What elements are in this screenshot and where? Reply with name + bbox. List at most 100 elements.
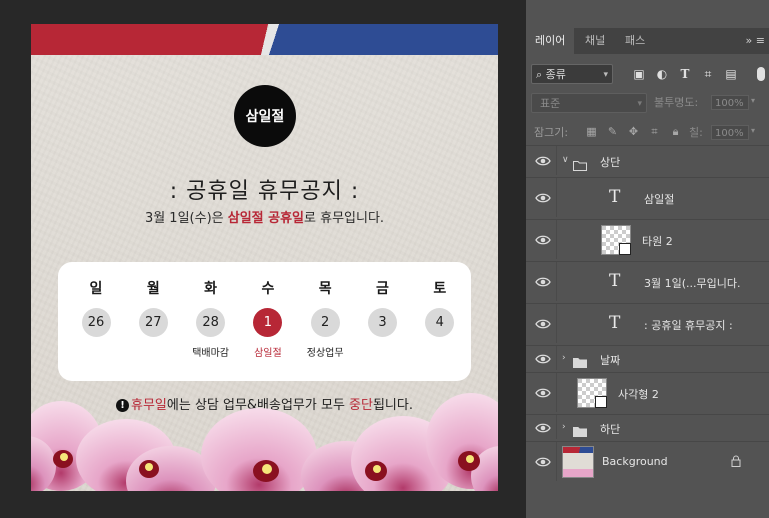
date-note: 정상업무 <box>306 348 344 359</box>
chevron-down-icon[interactable]: ∨ <box>562 155 569 165</box>
layer-row[interactable]: T 삼일절 <box>526 177 769 217</box>
date-circle: 4 <box>425 308 455 337</box>
filter-kind-select[interactable]: ⌕ 종류 ▾ <box>531 64 613 84</box>
tab-layers[interactable]: 레이어 <box>526 28 575 54</box>
vector-badge-icon <box>595 396 607 408</box>
layer-name[interactable]: 사각형 2 <box>618 386 659 402</box>
column-divider <box>556 146 557 175</box>
subtitle-suffix: 로 휴무입니다. <box>304 211 385 226</box>
background-thumbnail <box>562 446 594 478</box>
folder-open-icon <box>573 156 587 171</box>
layer-row[interactable]: 사각형 2 <box>526 372 769 412</box>
visibility-eye-icon[interactable] <box>535 190 551 206</box>
red-header-stripe <box>31 24 498 55</box>
fill-field[interactable]: 100% <box>711 125 749 140</box>
layer-row[interactable]: Background <box>526 441 769 481</box>
lock-artboard-icon[interactable]: ⌗ <box>647 124 662 139</box>
vector-badge-icon <box>619 243 631 255</box>
visibility-eye-icon[interactable] <box>535 232 551 248</box>
search-icon: ⌕ <box>536 68 546 81</box>
lock-icon <box>731 455 741 470</box>
weekday-label: 월 <box>146 281 160 297</box>
blend-mode-label: 표준 <box>540 97 561 110</box>
lock-all-icon[interactable]: 🔒︎ <box>668 124 683 139</box>
date-circle: 28 <box>196 308 226 337</box>
visibility-eye-icon[interactable] <box>535 420 551 436</box>
chevron-down-icon[interactable]: ▾ <box>751 126 755 135</box>
layer-row[interactable]: 타원 2 <box>526 219 769 259</box>
visibility-eye-icon[interactable] <box>535 316 551 332</box>
layer-row[interactable]: T : 공휴일 휴무공지 : <box>526 303 769 343</box>
adjustment-filter-icon[interactable]: ◐ <box>654 66 670 82</box>
layer-name[interactable]: 3월 1일(...무입니다. <box>644 275 741 291</box>
layer-name[interactable]: 하단 <box>600 421 620 437</box>
date-circle: 27 <box>138 308 168 337</box>
chevron-down-icon: ▾ <box>637 99 642 109</box>
lock-transparent-pixels-icon[interactable]: ▦ <box>584 124 599 139</box>
visibility-eye-icon[interactable] <box>535 153 551 169</box>
chevron-right-icon[interactable]: › <box>562 422 566 432</box>
date-circle: 26 <box>81 308 111 337</box>
layer-name[interactable]: 날짜 <box>600 352 620 368</box>
visibility-eye-icon[interactable] <box>535 351 551 367</box>
text-layer-icon: T <box>609 187 621 207</box>
filter-kind-label: 종류 <box>545 68 566 81</box>
date-circle: 3 <box>368 308 397 337</box>
image-filter-icon[interactable]: ▣ <box>631 66 647 82</box>
filter-toggle[interactable] <box>757 67 765 81</box>
blend-mode-select[interactable]: 표준 ▾ <box>531 93 647 113</box>
layer-name[interactable]: 타원 2 <box>642 233 673 249</box>
shape-layer-thumbnail <box>601 225 631 255</box>
notice-subtitle: 3월 1일(수)은 삼일절 공휴일로 휴무입니다. <box>31 207 498 226</box>
hibiscus-flowers-image <box>31 393 498 491</box>
calendar-day: 일 26 <box>71 279 121 337</box>
lock-position-icon[interactable]: ✥ <box>626 124 641 139</box>
weekday-label: 목 <box>318 281 332 297</box>
column-divider <box>556 442 557 481</box>
notice-title: : 공휴일 휴무공지 : <box>169 179 360 204</box>
chevron-right-icon[interactable]: › <box>562 353 566 363</box>
layer-name[interactable]: 삼일절 <box>644 191 674 207</box>
weekday-label: 금 <box>376 281 389 297</box>
layer-row[interactable]: T 3월 1일(...무입니다. <box>526 261 769 301</box>
artboard[interactable]: 삼일절 : 공휴일 휴무공지 : 3월 1일(수)은 삼일절 공휴일로 휴무입니… <box>31 24 498 491</box>
layer-filter-row: ⌕ 종류 ▾ ▣ ◐ T ⌗ ▤ <box>526 60 769 90</box>
calendar-card: 일 26 월 27 화 28 택배마감 수 1 삼일절 목 2 정상업무 금 3 토 4 <box>58 262 471 381</box>
document-canvas[interactable]: 삼일절 : 공휴일 휴무공지 : 3월 1일(수)은 삼일절 공휴일로 휴무입니… <box>0 0 526 518</box>
shape-filter-icon[interactable]: ⌗ <box>700 66 716 82</box>
blend-row: 표준 ▾ 불투명도: 100% ▾ <box>526 92 769 114</box>
lock-image-pixels-icon[interactable]: ✎ <box>605 124 620 139</box>
holiday-badge: 삼일절 <box>234 85 296 147</box>
panel-tabs: 레이어 채널 패스 » ≡ <box>526 28 769 54</box>
visibility-eye-icon[interactable] <box>535 385 551 401</box>
subtitle-prefix: 3월 1일(수)은 <box>144 211 228 226</box>
layer-row[interactable]: › 하단 <box>526 414 769 439</box>
layer-row[interactable]: ∨ 상단 <box>526 145 769 175</box>
badge-text: 삼일절 <box>245 109 285 125</box>
chevron-down-icon[interactable]: ▾ <box>751 96 755 105</box>
layer-row[interactable]: › 날짜 <box>526 345 769 370</box>
layer-name[interactable]: Background <box>602 455 668 468</box>
chevron-down-icon: ▾ <box>603 70 608 80</box>
opacity-field[interactable]: 100% <box>711 95 749 110</box>
tab-channels[interactable]: 채널 <box>576 28 614 54</box>
panel-menu-icon[interactable]: » ≡ <box>746 28 765 54</box>
weekday-label: 토 <box>433 281 447 297</box>
tab-paths[interactable]: 패스 <box>616 28 654 54</box>
date-circle: 2 <box>310 308 340 337</box>
shape-layer-thumbnail <box>577 378 607 408</box>
column-divider <box>556 262 557 301</box>
text-layer-icon: T <box>609 313 621 333</box>
date-circle-highlighted: 1 <box>253 308 283 337</box>
calendar-day: 월 27 <box>128 279 178 337</box>
column-divider <box>556 346 557 370</box>
layer-name[interactable]: 상단 <box>600 154 620 170</box>
opacity-label: 불투명도: <box>654 96 699 109</box>
visibility-eye-icon[interactable] <box>535 454 551 470</box>
calendar-day: 수 1 삼일절 <box>243 279 293 359</box>
smart-object-filter-icon[interactable]: ▤ <box>723 66 739 82</box>
column-divider <box>556 220 557 259</box>
visibility-eye-icon[interactable] <box>535 274 551 290</box>
layer-name[interactable]: : 공휴일 휴무공지 : <box>644 317 733 333</box>
type-filter-icon[interactable]: T <box>677 66 693 82</box>
